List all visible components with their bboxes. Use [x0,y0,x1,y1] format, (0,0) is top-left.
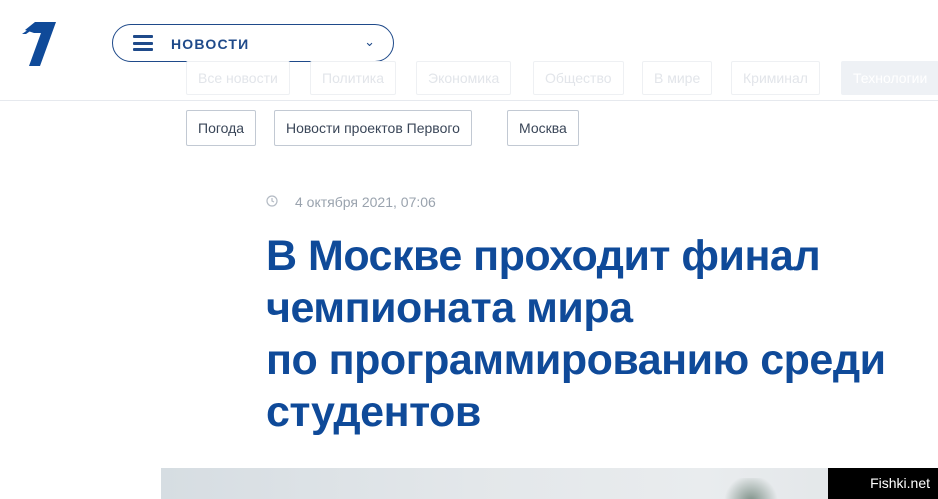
photo-tree [721,478,781,499]
channel-one-logo-icon[interactable] [18,16,58,68]
tag-first-channel-projects[interactable]: Новости проектов Первого [274,110,472,146]
nav-label: НОВОСТИ [171,36,250,52]
category-politics[interactable]: Политика [310,61,396,95]
article-date: 4 октября 2021, 07:06 [295,194,436,210]
category-crime[interactable]: Криминал [731,61,820,95]
tag-moscow[interactable]: Москва [507,110,579,146]
watermark: Fishki.net [828,468,938,499]
clock-icon [266,195,278,207]
headline-line: студентов [266,388,481,436]
headline-line: В Москве проходит финал [266,232,821,280]
article-photo: Fishki.net [161,468,938,499]
chevron-down-icon: ⌄ [364,34,375,49]
headline-line: по программированию среди [266,336,886,384]
headline-line: чемпионата мира [266,284,633,332]
category-all-news[interactable]: Все новости [186,61,290,95]
hamburger-menu-icon [133,35,153,51]
category-society[interactable]: Общество [533,61,624,95]
site-header: НОВОСТИ ⌄ Все новости Политика Экономика… [0,0,938,101]
news-nav-dropdown[interactable]: НОВОСТИ ⌄ [112,24,394,62]
category-economy[interactable]: Экономика [416,61,512,95]
category-technology[interactable]: Технологии [841,61,938,95]
category-world[interactable]: В мире [642,61,713,95]
article-headline: В Москве проходит финал чемпионата мира … [266,230,926,438]
page: НОВОСТИ ⌄ Все новости Политика Экономика… [0,0,938,499]
tag-weather[interactable]: Погода [186,110,257,146]
